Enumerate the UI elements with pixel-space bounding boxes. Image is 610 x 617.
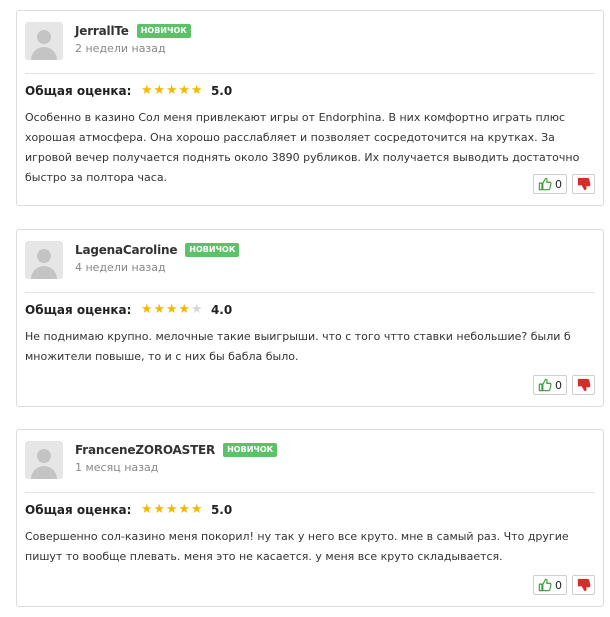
- rating-label: Общая оценка:: [25, 503, 132, 517]
- status-badge: НОВИЧОК: [223, 443, 278, 457]
- review-text: Не поднимаю крупно. мелочные такие выигр…: [25, 330, 571, 363]
- review-text: Особенно в казино Сол меня привлекают иг…: [25, 111, 580, 184]
- star-rating: ★ ★ ★ ★ ★: [140, 84, 203, 98]
- thumbs-down-icon: [577, 378, 590, 391]
- rating-label: Общая оценка:: [25, 303, 132, 317]
- star-icon: ★: [178, 502, 191, 517]
- review-text: Совершенно сол-казино меня покорил! ну т…: [25, 530, 569, 563]
- thumbs-up-icon: [538, 578, 552, 592]
- thumbs-up-icon: [538, 378, 552, 392]
- vote-controls: 0: [533, 575, 595, 595]
- star-icon: ★: [165, 502, 178, 517]
- star-icon: ★: [178, 302, 191, 317]
- dislike-button[interactable]: [572, 375, 595, 395]
- star-icon: ★: [165, 83, 178, 98]
- username[interactable]: LagenaCaroline: [75, 243, 177, 257]
- divider: [25, 492, 595, 493]
- like-count: 0: [555, 378, 562, 392]
- star-icon: ★: [140, 83, 153, 98]
- rating-value: 4.0: [210, 303, 233, 317]
- review-date: 1 месяц назад: [75, 461, 159, 474]
- vote-controls: 0: [533, 174, 595, 194]
- rating-row: Общая оценка: ★ ★ ★ ★ ★ 5.0: [25, 84, 233, 99]
- dislike-button[interactable]: [572, 575, 595, 595]
- username[interactable]: FranceneZOROASTER: [75, 443, 215, 457]
- rating-row: Общая оценка: ★ ★ ★ ★ ★ 5.0: [25, 503, 233, 518]
- avatar: [25, 241, 63, 279]
- star-icon: ★: [140, 502, 153, 517]
- rating-value: 5.0: [210, 503, 233, 517]
- thumbs-up-icon: [538, 177, 552, 191]
- review-card: LagenaCaroline НОВИЧОК 4 недели назад Об…: [16, 229, 604, 407]
- review-date: 2 недели назад: [75, 42, 166, 55]
- like-button[interactable]: 0: [533, 375, 567, 395]
- vote-controls: 0: [533, 375, 595, 395]
- like-count: 0: [555, 177, 562, 191]
- like-count: 0: [555, 578, 562, 592]
- divider: [25, 292, 595, 293]
- star-rating: ★ ★ ★ ★ ★: [140, 303, 203, 317]
- avatar: [25, 22, 63, 60]
- star-icon: ★: [153, 302, 166, 317]
- status-badge: НОВИЧОК: [136, 24, 191, 38]
- star-icon: ★: [190, 302, 203, 317]
- rating-row: Общая оценка: ★ ★ ★ ★ ★ 4.0: [25, 303, 233, 318]
- dislike-button[interactable]: [572, 174, 595, 194]
- username[interactable]: JerrallTe: [75, 24, 129, 38]
- star-icon: ★: [165, 302, 178, 317]
- rating-value: 5.0: [210, 84, 233, 98]
- like-button[interactable]: 0: [533, 575, 567, 595]
- star-icon: ★: [153, 502, 166, 517]
- like-button[interactable]: 0: [533, 174, 567, 194]
- star-icon: ★: [190, 502, 203, 517]
- star-icon: ★: [153, 83, 166, 98]
- review-card: JerrallTe НОВИЧОК 2 недели назад Общая о…: [16, 10, 604, 206]
- thumbs-down-icon: [577, 578, 590, 591]
- rating-label: Общая оценка:: [25, 84, 132, 98]
- star-rating: ★ ★ ★ ★ ★: [140, 503, 203, 517]
- divider: [25, 73, 595, 74]
- status-badge: НОВИЧОК: [185, 243, 240, 257]
- avatar: [25, 441, 63, 479]
- review-date: 4 недели назад: [75, 261, 166, 274]
- star-icon: ★: [190, 83, 203, 98]
- star-icon: ★: [178, 83, 191, 98]
- thumbs-down-icon: [577, 177, 590, 190]
- star-icon: ★: [140, 302, 153, 317]
- review-card: FranceneZOROASTER НОВИЧОК 1 месяц назад …: [16, 429, 604, 607]
